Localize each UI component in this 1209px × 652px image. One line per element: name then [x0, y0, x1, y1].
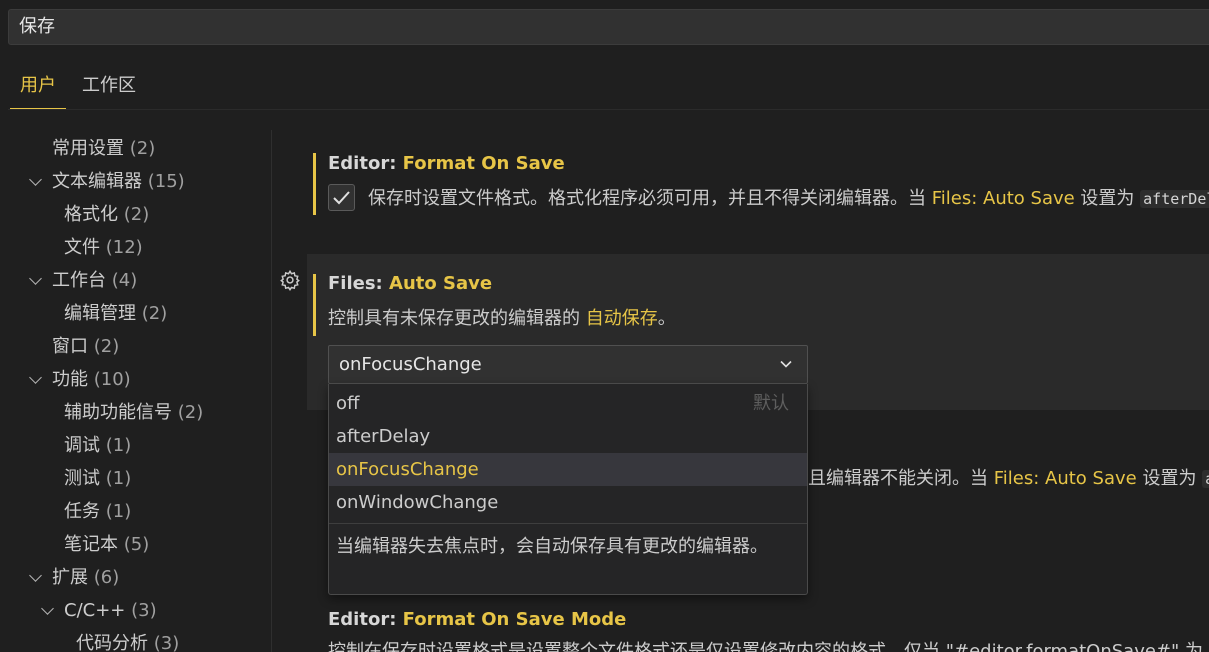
toc-item-extensions[interactable]: 扩展 (6) — [52, 566, 119, 590]
select-value: onFocusChange — [339, 354, 482, 375]
default-badge: 默认 — [753, 393, 789, 414]
chevron-down-icon[interactable] — [30, 374, 42, 386]
toc-item-text-editor[interactable]: 文本编辑器 (15) — [52, 170, 185, 194]
toc-item-editor-management[interactable]: 编辑管理 (2) — [64, 302, 167, 326]
chevron-down-icon[interactable] — [30, 572, 42, 584]
setting-description-format-on-save-mode: 控制在保存时设置格式是设置整个文件格式还是仅设置修改内容的格式。仅当 "#edi… — [328, 641, 1204, 652]
auto-save-dropdown: off 默认 afterDelay onFocusChange onWindow… — [328, 384, 808, 595]
toc-item-formatting[interactable]: 格式化 (2) — [64, 203, 149, 227]
option-description: 当编辑器失去焦点时，会自动保存具有更改的编辑器。 — [336, 536, 768, 557]
toc-item-features[interactable]: 功能 (10) — [52, 368, 131, 392]
setting-title-auto-save: Files: Auto Save — [328, 273, 493, 294]
settings-search-input[interactable]: 保存 — [8, 9, 1209, 45]
setting-description-partial: 且编辑器不能关闭。当 Files: Auto Save 设置为 a — [808, 467, 1209, 491]
dropdown-separator — [329, 523, 807, 524]
auto-save-select[interactable]: onFocusChange — [328, 345, 808, 384]
chevron-down-icon[interactable] — [42, 605, 54, 617]
toc-item-testing[interactable]: 测试 (1) — [64, 467, 131, 491]
option-on-focus-change[interactable]: onFocusChange — [329, 453, 807, 486]
chevron-down-icon[interactable] — [30, 275, 42, 287]
chevron-down-icon — [780, 360, 792, 368]
toc-item-accessibility-signals[interactable]: 辅助功能信号 (2) — [64, 401, 203, 425]
settings-toc: 常用设置 (2) 文本编辑器 (15) 格式化 (2) 文件 (12) 工作台 … — [0, 130, 270, 652]
option-after-delay[interactable]: afterDelay — [329, 420, 807, 453]
setting-description-format-on-save: 保存时设置文件格式。格式化程序必须可用，并且不得关闭编辑器。当 Files: A… — [368, 187, 1209, 211]
option-off[interactable]: off 默认 — [329, 387, 807, 420]
toc-item-cpp[interactable]: C/C++ (3) — [64, 599, 157, 623]
option-on-window-change[interactable]: onWindowChange — [329, 486, 807, 519]
auto-save-link-2[interactable]: Files: Auto Save — [994, 468, 1137, 489]
auto-save-link[interactable]: Files: Auto Save — [932, 188, 1075, 209]
modified-indicator — [313, 153, 316, 215]
gear-icon[interactable] — [279, 269, 301, 291]
toc-item-code-analysis[interactable]: 代码分析 (3) — [76, 632, 179, 652]
tab-workspace[interactable]: 工作区 — [72, 74, 146, 98]
check-icon — [333, 191, 350, 205]
toc-item-window[interactable]: 窗口 (2) — [52, 335, 119, 359]
tab-user[interactable]: 用户 — [10, 74, 66, 109]
toc-item-common[interactable]: 常用设置 (2) — [52, 137, 155, 161]
toc-divider — [271, 130, 272, 652]
auto-save-doc-link[interactable]: 自动保存 — [586, 308, 658, 329]
toc-item-notebook[interactable]: 笔记本 (5) — [64, 533, 149, 557]
setting-description-auto-save: 控制具有未保存更改的编辑器的 自动保存。 — [328, 308, 676, 329]
toc-item-tasks[interactable]: 任务 (1) — [64, 500, 131, 524]
modified-indicator — [313, 274, 316, 336]
setting-title-format-on-save-mode: Editor: Format On Save Mode — [328, 609, 627, 630]
toc-item-workbench[interactable]: 工作台 (4) — [52, 269, 137, 293]
setting-title-format-on-save: Editor: Format On Save — [328, 153, 565, 174]
settings-scope-tabs: 用户 工作区 — [8, 64, 1209, 110]
toc-item-files[interactable]: 文件 (12) — [64, 236, 143, 260]
format-on-save-checkbox[interactable] — [328, 184, 355, 211]
toc-item-debug[interactable]: 调试 (1) — [64, 434, 131, 458]
chevron-down-icon[interactable] — [30, 176, 42, 188]
